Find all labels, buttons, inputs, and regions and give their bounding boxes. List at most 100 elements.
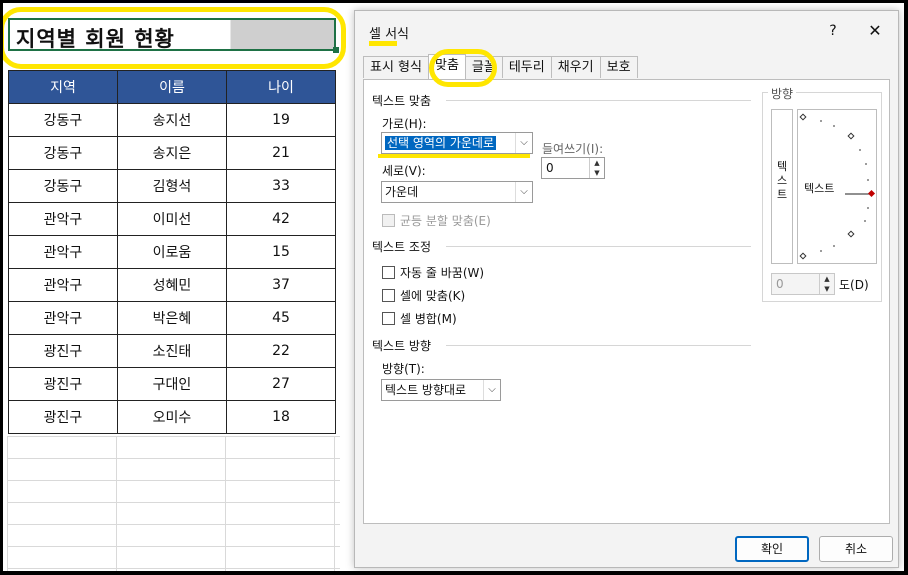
screen-frame: 지역별 회원 현황 지역 이름 나이 강동구 송지선 19 강동구 송지은 21 강동구… bbox=[3, 3, 904, 571]
vertical-select[interactable]: 가운데 ⌵ bbox=[381, 181, 533, 203]
justify-distributed-checkbox[interactable]: 균등 분할 맞춤(E) bbox=[382, 212, 491, 229]
vertical-text-toggle[interactable]: 텍 스 트 bbox=[771, 109, 793, 264]
text-align-section: 텍스트 맞춤 bbox=[372, 94, 432, 108]
cell-age[interactable]: 18 bbox=[226, 400, 336, 434]
cell-age[interactable]: 15 bbox=[226, 235, 336, 269]
spinner-buttons[interactable]: ▲ ▼ bbox=[589, 158, 604, 178]
tab-protection[interactable]: 보호 bbox=[599, 56, 638, 78]
arrow-up-icon[interactable]: ▲ bbox=[590, 158, 604, 168]
merge-cells-checkbox[interactable]: 셀 병합(M) bbox=[382, 310, 457, 327]
horizontal-value: 선택 영역의 가운데로 bbox=[385, 136, 496, 150]
help-button[interactable]: ? bbox=[821, 19, 845, 43]
checkbox-box bbox=[382, 266, 395, 279]
direction-value: 텍스트 방향대로 bbox=[385, 383, 467, 397]
shrink-to-fit-label: 셀에 맞춤(K) bbox=[400, 289, 466, 303]
highlight-title bbox=[3, 7, 346, 69]
table-row: 관악구 성혜민 37 bbox=[8, 268, 336, 302]
cell-region[interactable]: 광진구 bbox=[8, 367, 118, 401]
chevron-down-icon: ⌵ bbox=[483, 380, 500, 400]
orientation-text: 텍스트 bbox=[804, 182, 835, 195]
horizontal-select[interactable]: 선택 영역의 가운데로 ⌵ bbox=[381, 132, 533, 154]
cell-name[interactable]: 구대인 bbox=[117, 367, 227, 401]
vertical-value: 가운데 bbox=[385, 185, 419, 199]
cell-region[interactable]: 관악구 bbox=[8, 202, 118, 236]
cell-name[interactable]: 송지은 bbox=[117, 136, 227, 170]
cell-age[interactable]: 22 bbox=[226, 334, 336, 368]
highlight-dialog-title bbox=[369, 41, 397, 46]
cell-region[interactable]: 관악구 bbox=[8, 235, 118, 269]
spinner-buttons[interactable]: ▲ ▼ bbox=[819, 274, 834, 294]
table-row: 강동구 김형석 33 bbox=[8, 169, 336, 203]
table-row: 광진구 소진태 22 bbox=[8, 334, 336, 368]
cell-name[interactable]: 송지선 bbox=[117, 103, 227, 137]
cell-name[interactable]: 이미선 bbox=[117, 202, 227, 236]
dialog-title: 셀 서식 bbox=[369, 27, 410, 42]
checkbox-box bbox=[382, 214, 395, 227]
orientation-group: 텍 스 트 텍스트 0 ▲ ▼ 도(D) bbox=[762, 92, 882, 302]
text-direction-section: 텍스트 방향 bbox=[372, 339, 432, 353]
cell-region[interactable]: 관악구 bbox=[8, 268, 118, 302]
divider bbox=[446, 246, 751, 247]
cell-age[interactable]: 45 bbox=[226, 301, 336, 335]
highlight-horizontal bbox=[378, 154, 530, 158]
close-button[interactable]: ✕ bbox=[863, 19, 887, 43]
wrap-text-label: 자동 줄 바꿈(W) bbox=[400, 266, 485, 280]
cell-name[interactable]: 오미수 bbox=[117, 400, 227, 434]
header-name[interactable]: 이름 bbox=[117, 70, 227, 104]
justify-distributed-label: 균등 분할 맞춤(E) bbox=[400, 214, 491, 228]
member-table: 지역 이름 나이 강동구 송지선 19 강동구 송지은 21 강동구 김형석 33 관악구 이… bbox=[8, 70, 336, 434]
cell-region[interactable]: 강동구 bbox=[8, 136, 118, 170]
arrow-down-icon[interactable]: ▼ bbox=[590, 168, 604, 178]
table-row: 강동구 송지선 19 bbox=[8, 103, 336, 137]
spreadsheet: 지역별 회원 현황 지역 이름 나이 강동구 송지선 19 강동구 송지은 21 강동구… bbox=[3, 3, 363, 571]
divider bbox=[446, 345, 751, 346]
cell-name[interactable]: 성혜민 bbox=[117, 268, 227, 302]
tab-bar: 표시 형식 맞춤 글꼴 테두리 채우기 보호 bbox=[363, 54, 638, 80]
cell-age[interactable]: 42 bbox=[226, 202, 336, 236]
cell-region[interactable]: 강동구 bbox=[8, 103, 118, 137]
tab-number[interactable]: 표시 형식 bbox=[363, 56, 429, 78]
cell-region[interactable]: 광진구 bbox=[8, 400, 118, 434]
cell-name[interactable]: 소진태 bbox=[117, 334, 227, 368]
empty-grid bbox=[7, 436, 340, 571]
arrow-down-icon[interactable]: ▼ bbox=[820, 284, 834, 294]
wrap-text-checkbox[interactable]: 자동 줄 바꿈(W) bbox=[382, 264, 484, 281]
header-region[interactable]: 지역 bbox=[8, 70, 118, 104]
orientation-section: 방향 bbox=[768, 85, 797, 102]
alignment-panel: 텍스트 맞춤 가로(H): 선택 영역의 가운데로 ⌵ 들여쓰기(I): 0 ▲… bbox=[363, 79, 890, 524]
cell-region[interactable]: 광진구 bbox=[8, 334, 118, 368]
indent-label: 들여쓰기(I): bbox=[542, 142, 604, 156]
indent-value: 0 bbox=[546, 161, 554, 175]
cell-region[interactable]: 강동구 bbox=[8, 169, 118, 203]
cell-name[interactable]: 김형석 bbox=[117, 169, 227, 203]
orientation-dial[interactable]: 텍스트 bbox=[797, 109, 877, 264]
vertical-label: 세로(V): bbox=[382, 164, 426, 178]
cancel-button[interactable]: 취소 bbox=[819, 536, 893, 562]
cell-name[interactable]: 이로움 bbox=[117, 235, 227, 269]
format-cells-dialog: 셀 서식 ? ✕ 표시 형식 맞춤 글꼴 테두리 채우기 보호 텍스트 맞춤 가… bbox=[354, 10, 899, 568]
arrow-up-icon[interactable]: ▲ bbox=[820, 274, 834, 284]
cell-region[interactable]: 관악구 bbox=[8, 301, 118, 335]
highlight-alignment-tab bbox=[429, 49, 497, 87]
cell-age[interactable]: 33 bbox=[226, 169, 336, 203]
table-row: 광진구 구대인 27 bbox=[8, 367, 336, 401]
cell-age[interactable]: 27 bbox=[226, 367, 336, 401]
header-age[interactable]: 나이 bbox=[226, 70, 336, 104]
ok-button[interactable]: 확인 bbox=[735, 536, 809, 562]
cell-name[interactable]: 박은혜 bbox=[117, 301, 227, 335]
cell-age[interactable]: 37 bbox=[226, 268, 336, 302]
vertical-text-label: 텍 스 트 bbox=[776, 160, 788, 201]
tab-fill[interactable]: 채우기 bbox=[550, 56, 601, 78]
tab-border[interactable]: 테두리 bbox=[501, 56, 552, 78]
indent-spinner[interactable]: 0 ▲ ▼ bbox=[541, 157, 605, 179]
cell-age[interactable]: 21 bbox=[226, 136, 336, 170]
merge-cells-label: 셀 병합(M) bbox=[400, 312, 457, 326]
degrees-spinner[interactable]: 0 ▲ ▼ bbox=[771, 273, 835, 295]
degrees-value: 0 bbox=[776, 277, 784, 291]
chevron-down-icon: ⌵ bbox=[515, 133, 532, 153]
table-row: 강동구 송지은 21 bbox=[8, 136, 336, 170]
cell-age[interactable]: 19 bbox=[226, 103, 336, 137]
table-row: 관악구 이미선 42 bbox=[8, 202, 336, 236]
shrink-to-fit-checkbox[interactable]: 셀에 맞춤(K) bbox=[382, 287, 465, 304]
direction-select[interactable]: 텍스트 방향대로 ⌵ bbox=[381, 379, 501, 401]
